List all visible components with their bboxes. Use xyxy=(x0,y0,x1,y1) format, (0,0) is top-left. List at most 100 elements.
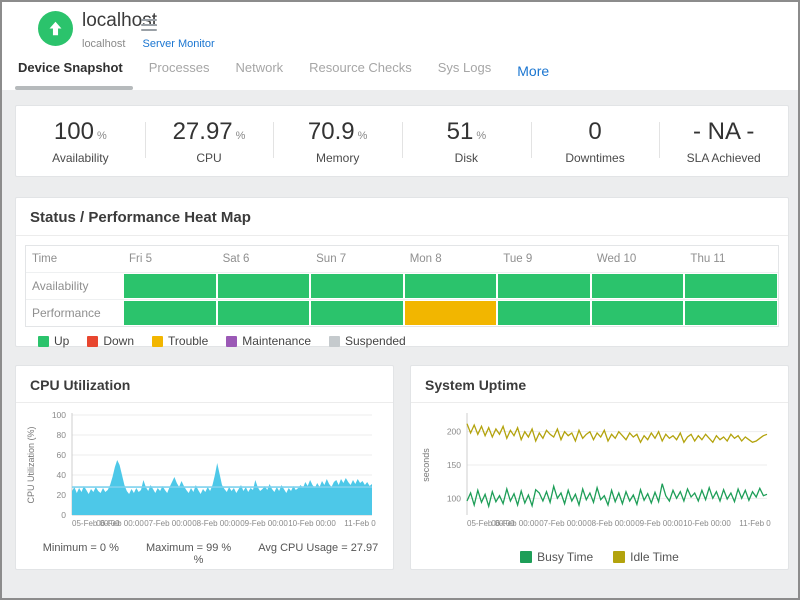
cpu-max-stat: Maximum = 99 % xyxy=(146,542,231,554)
svg-text:06-Feb 00:00: 06-Feb 00:00 xyxy=(491,519,539,528)
tab-bar: Device Snapshot Processes Network Resource … xyxy=(18,60,549,79)
heatmap-cell-availability-fri-5[interactable] xyxy=(123,273,217,299)
trouble-swatch-icon xyxy=(152,336,163,347)
heatmap-panel: Status / Performance Heat Map TimeFri 5S… xyxy=(15,197,789,347)
svg-text:150: 150 xyxy=(447,460,461,470)
tab-processes[interactable]: Processes xyxy=(149,60,210,75)
tab-sys-logs[interactable]: Sys Logs xyxy=(438,60,491,75)
idle-time-swatch-icon xyxy=(613,551,625,563)
breadcrumb-category-link[interactable]: Server Monitor xyxy=(142,38,214,50)
stat-disk: 51% Disk xyxy=(402,106,531,176)
heatmap-row-label: Availability xyxy=(26,273,123,299)
tab-more[interactable]: More xyxy=(517,63,549,79)
heatmap-cell-performance-tue-9[interactable] xyxy=(497,300,591,326)
legend-label: Busy Time xyxy=(537,550,593,564)
svg-text:08-Feb 00:00: 08-Feb 00:00 xyxy=(192,519,240,528)
system-uptime-chart[interactable]: 100150200seconds05-Feb 00:0006-Feb 00:00… xyxy=(419,407,780,531)
device-header: localhost localhost Server Monitor Devic… xyxy=(2,2,798,90)
stat-cpu: 27.97% CPU xyxy=(145,106,274,176)
stat-label: SLA Achieved xyxy=(687,151,761,165)
cpu-chart-stats: Minimum = 0 % Maximum = 99 % Avg CPU Usa… xyxy=(24,542,385,566)
uptime-chart-panel: System Uptime 100150200seconds05-Feb 00:… xyxy=(410,365,789,570)
svg-text:80: 80 xyxy=(57,430,67,440)
heatmap-cell-availability-mon-8[interactable] xyxy=(404,273,498,299)
stat-value: 0 xyxy=(588,118,601,146)
heatmap-cell-availability-sat-6[interactable] xyxy=(217,273,311,299)
heatmap-column-header: Wed 10 xyxy=(591,246,685,272)
heatmap-header-row: TimeFri 5Sat 6Sun 7Mon 8Tue 9Wed 10Thu 1… xyxy=(26,246,778,272)
stat-memory: 70.9%Memory xyxy=(273,106,402,176)
heatmap-table: TimeFri 5Sat 6Sun 7Mon 8Tue 9Wed 10Thu 1… xyxy=(25,245,779,327)
legend-item-suspended: Suspended xyxy=(329,334,406,348)
heatmap-cell-availability-tue-9[interactable] xyxy=(497,273,591,299)
svg-text:40: 40 xyxy=(57,470,67,480)
stat-unit: % xyxy=(97,130,107,142)
summary-stats-bar: 100%Availability27.97%CPU70.9%Memory51%D… xyxy=(15,105,789,177)
heatmap-column-header: Tue 9 xyxy=(497,246,591,272)
legend-label: Trouble xyxy=(168,334,208,348)
active-tab-underline xyxy=(15,86,133,90)
heatmap-column-header: Sat 6 xyxy=(217,246,311,272)
breadcrumb: localhost Server Monitor xyxy=(82,38,215,50)
heatmap-column-header: Fri 5 xyxy=(123,246,217,272)
heatmap-row-availability: Availability xyxy=(26,272,778,299)
svg-text:0: 0 xyxy=(61,510,66,520)
heatmap-cell-performance-sat-6[interactable] xyxy=(217,300,311,326)
svg-text:100: 100 xyxy=(52,410,66,420)
stat-label: Availability xyxy=(52,151,108,165)
stat-label: Disk xyxy=(455,151,478,165)
cpu-chart-panel: CPU Utilization 020406080100CPU Utilizat… xyxy=(15,365,394,570)
heatmap-legend: Up Down Trouble Maintenance Suspended xyxy=(38,334,788,348)
legend-label: Idle Time xyxy=(630,550,679,564)
uptime-chart-title: System Uptime xyxy=(411,366,788,403)
tab-resource-checks[interactable]: Resource Checks xyxy=(309,60,412,75)
stat-sla-achieved: - NA - SLA Achieved xyxy=(659,106,788,176)
svg-text:seconds: seconds xyxy=(421,448,431,482)
stat-value: 51% xyxy=(447,118,486,146)
tab-network[interactable]: Network xyxy=(235,60,283,75)
stat-label: CPU xyxy=(196,151,221,165)
stat-unit: % xyxy=(236,130,246,142)
legend-item-up: Up xyxy=(38,334,69,348)
svg-text:60: 60 xyxy=(57,450,67,460)
heatmap-cell-performance-thu-11[interactable] xyxy=(684,300,778,326)
heatmap-cell-performance-fri-5[interactable] xyxy=(123,300,217,326)
heatmap-cell-performance-wed-10[interactable] xyxy=(591,300,685,326)
stat-label: Memory xyxy=(316,151,359,165)
tab-device-snapshot[interactable]: Device Snapshot xyxy=(18,60,123,75)
busy-time-swatch-icon xyxy=(520,551,532,563)
stat-unit: % xyxy=(358,130,368,142)
stat-value: 27.97% xyxy=(173,118,246,146)
svg-text:CPU Utilization (%): CPU Utilization (%) xyxy=(26,426,36,503)
heatmap-cell-performance-sun-7[interactable] xyxy=(310,300,404,326)
legend-label: Up xyxy=(54,334,69,348)
heatmap-row-performance: Performance xyxy=(26,299,778,326)
legend-item-down: Down xyxy=(87,334,134,348)
svg-text:10-Feb 00:00: 10-Feb 00:00 xyxy=(288,519,336,528)
stat-unit: % xyxy=(476,130,486,142)
heatmap-title: Status / Performance Heat Map xyxy=(16,198,788,236)
stat-availability: 100%Availability xyxy=(16,106,145,176)
up-arrow-icon xyxy=(47,20,64,37)
svg-text:200: 200 xyxy=(447,427,461,437)
svg-text:10-Feb 00:00: 10-Feb 00:00 xyxy=(683,519,731,528)
heatmap-column-header: Sun 7 xyxy=(310,246,404,272)
heatmap-column-header: Time xyxy=(26,246,123,272)
down-swatch-icon xyxy=(87,336,98,347)
heatmap-cell-availability-sun-7[interactable] xyxy=(310,273,404,299)
heatmap-cell-availability-thu-11[interactable] xyxy=(684,273,778,299)
svg-text:06-Feb 00:00: 06-Feb 00:00 xyxy=(96,519,144,528)
heatmap-cell-availability-wed-10[interactable] xyxy=(591,273,685,299)
heatmap-cell-performance-mon-8[interactable] xyxy=(404,300,498,326)
svg-text:100: 100 xyxy=(447,493,461,503)
breadcrumb-device: localhost xyxy=(82,38,125,50)
cpu-utilization-chart[interactable]: 020406080100CPU Utilization (%)05-Feb 00… xyxy=(24,407,385,531)
cpu-chart-title: CPU Utilization xyxy=(16,366,393,403)
svg-text:07-Feb 00:00: 07-Feb 00:00 xyxy=(539,519,587,528)
stat-label: Downtimes xyxy=(565,151,624,165)
stat-value: - NA - xyxy=(693,118,754,146)
legend-item-maintenance: Maintenance xyxy=(226,334,311,348)
uptime-chart-legend: Busy Time Idle Time xyxy=(419,550,780,564)
hamburger-menu-icon[interactable] xyxy=(141,19,157,34)
up-swatch-icon xyxy=(38,336,49,347)
